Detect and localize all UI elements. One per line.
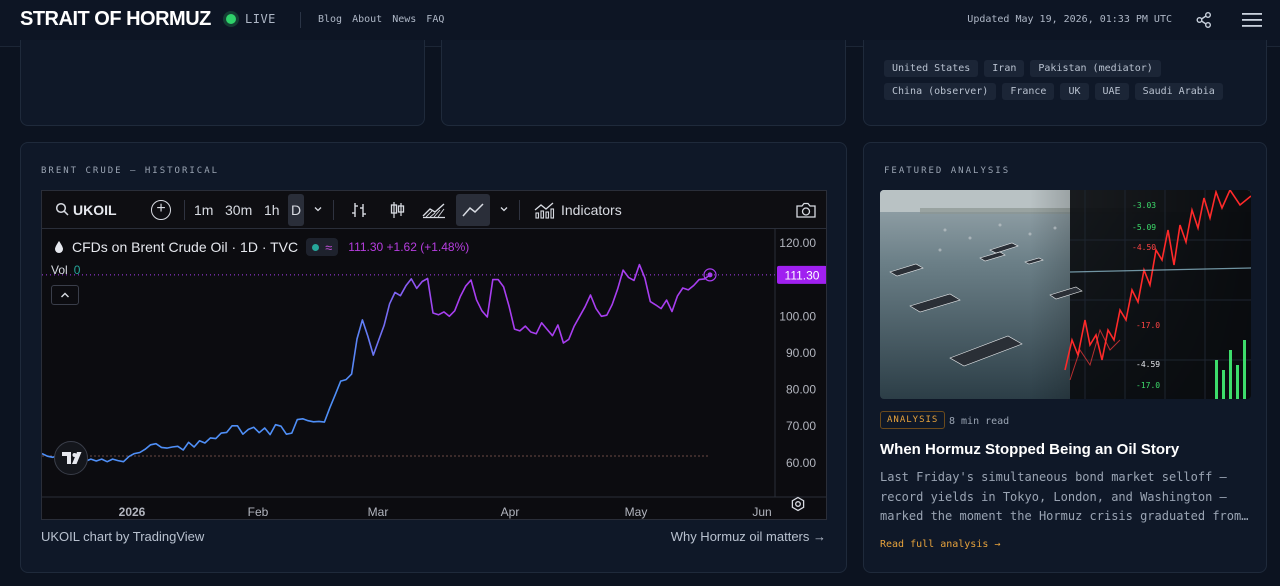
- tradingview-widget: UKOIL + 1m 30m 1h D Indicators 120.00 10…: [41, 190, 827, 520]
- featured-card-label: FEATURED ANALYSIS: [884, 166, 1011, 176]
- tankers-and-market-chart-image: -3.03 -5.09 -4.50 -17.0 -4.59 -17.0: [880, 190, 1251, 399]
- market-status-badge[interactable]: ≈: [306, 238, 339, 256]
- area-chart-type-icon[interactable]: [422, 201, 446, 219]
- chart-toolbar: UKOIL + 1m 30m 1h D Indicators: [42, 191, 826, 229]
- interval-1m-button[interactable]: 1m: [194, 202, 213, 218]
- updated-timestamp: Updated May 19, 2026, 01:33 PM UTC: [967, 14, 1172, 25]
- party-tag: UK: [1060, 83, 1089, 100]
- nav-link-news[interactable]: News: [392, 14, 416, 25]
- why-hormuz-oil-matters-link[interactable]: Why Hormuz oil matters →: [671, 529, 826, 544]
- info-card-middle: [441, 40, 846, 126]
- interval-30m-button[interactable]: 30m: [225, 202, 252, 218]
- toolbar-separator: [333, 200, 334, 220]
- party-tag: Iran: [984, 60, 1025, 77]
- candles-chart-type-icon[interactable]: [387, 201, 407, 219]
- image-ticker-label: -17.0: [1136, 381, 1160, 390]
- analysis-badge: ANALYSIS: [880, 411, 946, 429]
- chevron-down-icon[interactable]: [313, 204, 323, 214]
- x-tick-label: May: [625, 505, 648, 519]
- collapse-legend-button[interactable]: [51, 285, 79, 305]
- volume-legend: Vol 0: [51, 263, 80, 277]
- read-time: 8 min read: [949, 416, 1010, 427]
- party-tags: United States Iran Pakistan (mediator) C…: [884, 60, 1244, 100]
- symbol-search-button[interactable]: UKOIL: [73, 202, 117, 218]
- party-tag: Pakistan (mediator): [1030, 60, 1161, 77]
- last-price-marker-dot: [707, 272, 713, 278]
- bars-chart-type-icon[interactable]: [349, 201, 369, 219]
- chevron-down-icon[interactable]: [499, 204, 509, 214]
- tradingview-logo-icon: [62, 452, 82, 464]
- site-logo[interactable]: STRAIT OF HORMUZ: [20, 8, 211, 31]
- image-ticker-label: -4.59: [1136, 360, 1160, 369]
- toolbar-separator: [184, 200, 185, 220]
- y-tick-label: 90.00: [786, 346, 816, 360]
- featured-analysis-image[interactable]: -3.03 -5.09 -4.50 -17.0 -4.59 -17.0: [880, 190, 1251, 399]
- main-nav: Blog About News FAQ: [318, 14, 444, 25]
- brent-price-line: [42, 263, 711, 463]
- image-ticker-label: -4.50: [1132, 243, 1156, 252]
- x-tick-label: Feb: [248, 505, 269, 519]
- y-tick-label: 60.00: [786, 456, 816, 470]
- last-price-label: 111.30: [785, 268, 820, 282]
- party-tag: China (observer): [884, 83, 997, 100]
- x-tick-label: Jun: [752, 505, 771, 519]
- y-tick-label: 80.00: [786, 383, 816, 397]
- party-tag: United States: [884, 60, 979, 77]
- featured-analysis-card: FEATURED ANALYSIS -3.03 -5.09 -4.50 -17.…: [863, 142, 1267, 573]
- interval-1h-button[interactable]: 1h: [264, 202, 280, 218]
- image-ticker-label: -17.0: [1136, 321, 1160, 330]
- share-icon[interactable]: [1195, 11, 1213, 29]
- indicators-icon[interactable]: [533, 201, 555, 219]
- chevron-up-icon: [61, 292, 69, 298]
- line-chart-type-button[interactable]: [456, 194, 490, 226]
- tradingview-attribution-link[interactable]: UKOIL chart by TradingView: [41, 529, 204, 544]
- y-tick-label: 70.00: [786, 419, 816, 433]
- party-tag: France: [1002, 83, 1055, 100]
- x-tick-label: Mar: [368, 505, 389, 519]
- article-title[interactable]: When Hormuz Stopped Being an Oil Story: [880, 441, 1179, 458]
- image-ticker-label: -5.09: [1132, 223, 1156, 232]
- live-status: LIVE: [245, 12, 276, 26]
- party-tag: UAE: [1094, 83, 1129, 100]
- nav-link-about[interactable]: About: [352, 14, 382, 25]
- data-feed-icon: ≈: [325, 239, 333, 255]
- info-card-left: [20, 40, 425, 126]
- hamburger-menu-icon[interactable]: [1241, 11, 1263, 29]
- read-full-analysis-link[interactable]: Read full analysis →: [880, 539, 1000, 550]
- x-tick-label: 2026: [119, 505, 146, 519]
- brent-crude-card: BRENT CRUDE — HISTORICAL UKOIL + 1m 30m …: [20, 142, 847, 573]
- chart-legend-title[interactable]: CFDs on Brent Crude Oil · 1D · TVC: [72, 239, 298, 255]
- market-open-dot: [312, 243, 320, 251]
- nav-divider: [300, 12, 301, 28]
- camera-icon[interactable]: [795, 201, 817, 219]
- line-chart-icon: [462, 203, 484, 217]
- toolbar-separator: [519, 200, 520, 220]
- live-indicator-dot: [226, 14, 236, 24]
- nav-link-blog[interactable]: Blog: [318, 14, 342, 25]
- x-tick-label: Apr: [501, 505, 520, 519]
- y-tick-label: 100.00: [779, 309, 816, 323]
- price-chart[interactable]: 120.00110.00100.0090.0080.0070.0060.0020…: [42, 229, 826, 519]
- volume-value: 0: [73, 263, 81, 277]
- compare-symbol-plus-icon[interactable]: +: [151, 200, 171, 220]
- chart-legend: CFDs on Brent Crude Oil · 1D · TVC ≈ 111…: [54, 238, 469, 256]
- indicators-button[interactable]: Indicators: [561, 202, 622, 218]
- gear-icon[interactable]: [790, 496, 806, 512]
- oil-drop-icon: [55, 241, 63, 253]
- tradingview-logo[interactable]: [54, 441, 88, 475]
- parties-card: United States Iran Pakistan (mediator) C…: [863, 40, 1267, 126]
- brent-card-label: BRENT CRUDE — HISTORICAL: [41, 166, 220, 176]
- party-tag: Saudi Arabia: [1134, 83, 1223, 100]
- y-tick-label: 120.00: [779, 236, 816, 250]
- nav-link-faq[interactable]: FAQ: [426, 14, 444, 25]
- image-ticker-label: -3.03: [1132, 201, 1156, 210]
- interval-d-button[interactable]: D: [288, 194, 304, 226]
- search-icon[interactable]: [55, 202, 69, 216]
- article-description: Last Friday's simultaneous bond market s…: [880, 470, 1242, 523]
- volume-label: Vol: [51, 263, 68, 277]
- chart-legend-quote: 111.30 +1.62 (+1.48%): [348, 240, 470, 254]
